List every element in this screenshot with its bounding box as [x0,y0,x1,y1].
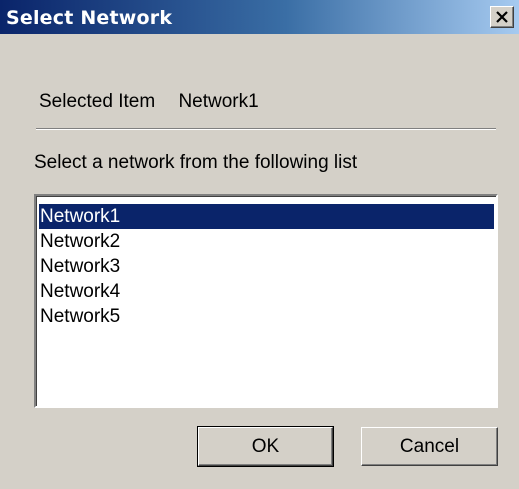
close-button[interactable] [490,6,514,28]
list-item-network5[interactable]: Network5 [39,304,494,329]
dialog-title: Select Network [6,7,173,29]
instruction-label: Select a network from the following list [34,152,358,173]
close-icon [496,11,508,23]
selected-item-value: Network1 [178,91,259,112]
selected-item-row: Selected Item Network1 [39,91,259,113]
select-network-dialog: Select Network Selected Item Network1 Se… [0,0,519,489]
list-item-network3[interactable]: Network3 [39,254,494,279]
selected-item-label: Selected Item [39,91,156,112]
list-item-network1[interactable]: Network1 [39,204,494,229]
cancel-button[interactable]: Cancel [361,427,498,466]
title-bar[interactable]: Select Network [0,0,519,34]
list-item-network4[interactable]: Network4 [39,279,494,304]
ok-button[interactable]: OK [197,426,334,467]
separator [36,128,496,130]
network-listbox[interactable]: Network1 Network2 Network3 Network4 Netw… [34,194,498,408]
list-item-network2[interactable]: Network2 [39,229,494,254]
